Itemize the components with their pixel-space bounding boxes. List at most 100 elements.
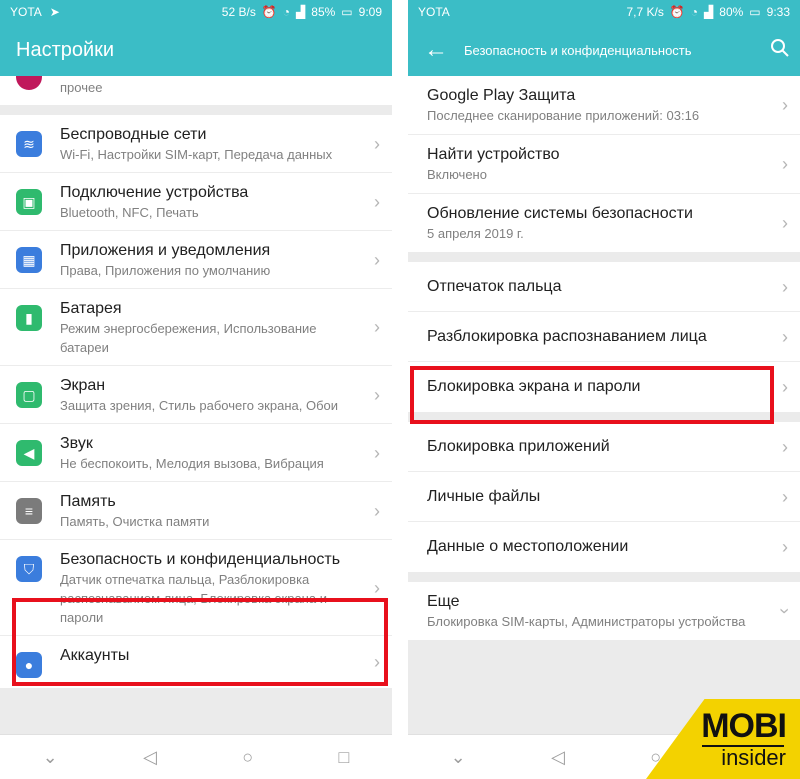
chevron-right-icon: › (374, 442, 380, 463)
item-subtitle: 5 апреля 2019 г. (427, 226, 524, 241)
right-phone-screen: YOTA 7,7 K/s ⏰ ◔ ▟ 80% ▭ 9:33 ← Безопасн… (408, 0, 800, 779)
item-title: Данные о местоположении (427, 538, 629, 555)
nav-back-icon[interactable]: ◁ (143, 747, 157, 768)
list-group: Отпечаток пальца › Разблокировка распознав… (408, 262, 800, 412)
item-title: Обновление системы безопасности (427, 205, 693, 222)
partial-list-item[interactable]: прочее (0, 76, 392, 105)
settings-list-item[interactable]: ▣ Подключение устройства Bluetooth, NFC, П… (0, 173, 392, 231)
chevron-right-icon: › (374, 191, 380, 212)
chevron-right-icon: › (374, 652, 380, 672)
item-title: Батарея (60, 300, 122, 317)
settings-list-item[interactable]: Разблокировка распознаванием лица › (408, 312, 800, 362)
item-subtitle: Последнее сканирование приложений: 03:16 (427, 108, 700, 123)
sound-icon: ◀ (16, 440, 42, 466)
chevron-right-icon: › (782, 95, 788, 115)
settings-list-item[interactable]: Отпечаток пальца › (408, 262, 800, 312)
item-title: Блокировка приложений (427, 437, 610, 455)
storage-icon: ≡ (16, 498, 42, 524)
item-title: Личные файлы (427, 487, 541, 505)
settings-list-item[interactable]: ▦ Приложения и уведомления Права, Приложен… (0, 231, 392, 289)
item-title: Экран (60, 377, 106, 394)
nav-down-icon[interactable]: ⌄ (451, 747, 466, 768)
chevron-right-icon: › (782, 377, 788, 397)
battery-status-icon: ▭ (341, 5, 353, 19)
item-subtitle: прочее (60, 80, 103, 95)
wifi-icon: ≋ (16, 131, 42, 157)
item-subtitle: Режим энергосбережения, Использование ба… (60, 321, 317, 355)
chevron-right-icon: › (782, 276, 788, 297)
list-group: Блокировка приложений › Личные файлы › Данны… (408, 422, 800, 572)
list-group: Еще Блокировка SIM-карты, Администраторы … (408, 582, 800, 640)
nav-recents-icon[interactable]: □ (338, 747, 349, 768)
settings-list-item[interactable]: ≡ Память Память, Очистка памяти › (0, 482, 392, 540)
apps-icon: ▦ (16, 247, 42, 273)
nav-home-icon[interactable]: ○ (242, 747, 253, 768)
status-bar: YOTA ➤ 52 B/s ⏰ ◔ ▟ 85% ▭ 9:09 (0, 0, 392, 24)
settings-list-item[interactable]: Блокировка приложений › (408, 422, 800, 472)
settings-list-item[interactable]: ≋ Беспроводные сети Wi-Fi, Настройки SIM-к… (0, 115, 392, 173)
signal-icon: ▟ (704, 5, 714, 19)
alarm-icon: ⏰ (261, 5, 277, 19)
chevron-right-icon: › (374, 577, 380, 598)
settings-list-item[interactable]: Блокировка экрана и пароли › (408, 362, 800, 412)
item-subtitle: Память, Очистка памяти (60, 514, 210, 529)
settings-list-item[interactable]: Обновление системы безопасности 5 апреля … (408, 194, 800, 252)
carrier-label: YOTA (10, 5, 42, 19)
chevron-right-icon: › (782, 154, 788, 174)
chevron-right-icon: › (782, 486, 788, 507)
status-bar: YOTA 7,7 K/s ⏰ ◔ ▟ 80% ▭ 9:33 (408, 0, 800, 24)
settings-list[interactable]: прочее ≋ Беспроводные сети Wi-Fi, Настройк… (0, 76, 392, 735)
app-bar: ← Безопасность и конфиденциальность (408, 24, 800, 76)
profile-icon (16, 76, 42, 90)
account-icon: ● (16, 652, 42, 678)
expand-chevron-icon: › (775, 608, 795, 614)
settings-list-item[interactable]: Личные файлы › (408, 472, 800, 522)
item-title: Звук (60, 435, 93, 452)
chevron-right-icon: › (782, 326, 788, 347)
item-title: Найти устройство (427, 146, 560, 163)
search-icon[interactable] (760, 38, 800, 63)
item-title: Аккаунты (60, 647, 130, 664)
chevron-right-icon: › (782, 537, 788, 557)
screenshot-divider (392, 0, 408, 779)
page-title: Безопасность и конфиденциальность (464, 42, 692, 58)
logo-line1: MOBI (701, 707, 787, 745)
back-arrow-icon[interactable]: ← (408, 36, 464, 64)
settings-list-item[interactable]: ⛉ Безопасность и конфиденциальность Датчик… (0, 540, 392, 636)
signal-icon: ▟ (296, 5, 306, 19)
item-subtitle: Права, Приложения по умолчанию (60, 263, 271, 278)
item-subtitle: Не беспокоить, Мелодия вызова, Вибрация (60, 456, 324, 471)
chevron-right-icon: › (782, 213, 788, 233)
settings-list-item[interactable]: ● Аккаунты › (0, 636, 392, 688)
item-title: Память (60, 493, 116, 510)
chevron-right-icon: › (782, 436, 788, 457)
settings-list-item[interactable]: Найти устройство Включено › (408, 135, 800, 194)
settings-list-item[interactable]: Данные о местоположении › (408, 522, 800, 572)
navigation-bar: ⌄ ◁ ○ □ (0, 734, 392, 779)
nav-down-icon[interactable]: ⌄ (43, 747, 58, 768)
battery-percent: 80% (719, 5, 744, 19)
chevron-right-icon: › (374, 133, 380, 154)
carrier-label: YOTA (418, 5, 450, 19)
telegram-icon: ➤ (49, 5, 60, 19)
item-title: Безопасность и конфиденциальность (60, 551, 341, 568)
wifi-status-icon: ◔ (690, 5, 699, 19)
item-title: Блокировка экрана и пароли (427, 378, 641, 395)
clock: 9:33 (766, 5, 790, 19)
nav-back-icon[interactable]: ◁ (551, 747, 565, 768)
battery-icon: ▮ (16, 305, 42, 331)
settings-list-item[interactable]: Google Play Защита Последнее сканирование… (408, 76, 800, 135)
wifi-status-icon: ◔ (282, 5, 291, 19)
settings-list-item[interactable]: ▮ Батарея Режим энергосбережения, Использо… (0, 289, 392, 366)
security-settings-list[interactable]: Google Play Защита Последнее сканирование… (408, 76, 800, 735)
item-title: Приложения и уведомления (60, 242, 271, 259)
settings-list-item[interactable]: ▢ Экран Защита зрения, Стиль рабочего экра… (0, 366, 392, 424)
item-subtitle: Bluetooth, NFC, Печать (60, 205, 199, 220)
settings-list-item[interactable]: ◀ Звук Не беспокоить, Мелодия вызова, Вибр… (0, 424, 392, 482)
security-shield-icon: ⛉ (16, 556, 42, 582)
item-subtitle: Wi-Fi, Настройки SIM-карт, Передача данн… (60, 147, 333, 162)
settings-list-item[interactable]: Еще Блокировка SIM-карты, Администраторы … (408, 582, 800, 640)
item-title: Отпечаток пальца (427, 277, 562, 295)
list-group: прочее (0, 76, 392, 105)
chevron-right-icon: › (374, 500, 380, 521)
